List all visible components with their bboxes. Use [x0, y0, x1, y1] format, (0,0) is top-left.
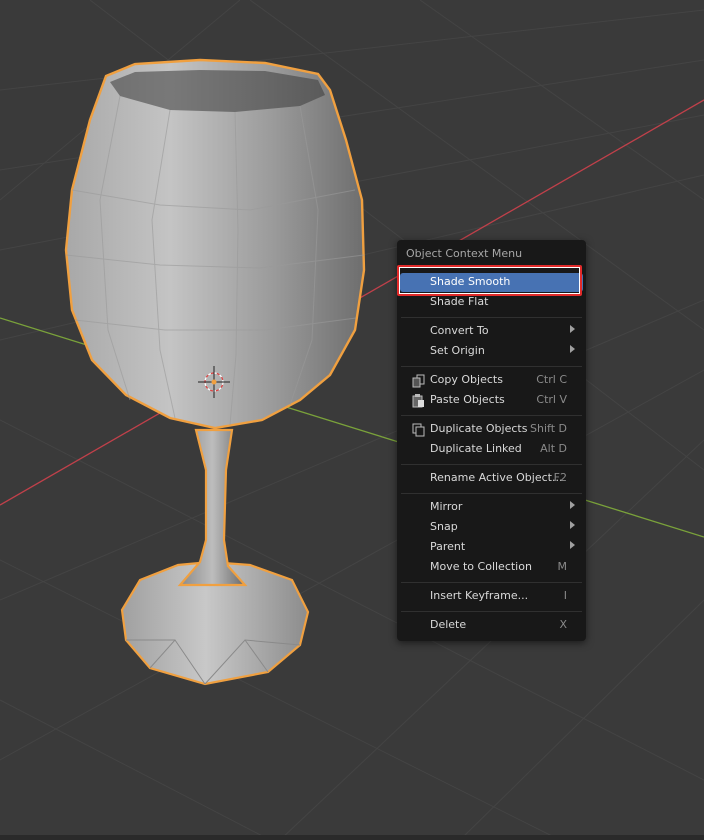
menu-item-shortcut: X	[559, 618, 567, 631]
menu-item-label: Delete	[430, 618, 467, 631]
menu-separator	[401, 611, 582, 612]
3d-viewport[interactable]	[0, 0, 704, 840]
submenu-arrow-icon	[570, 521, 575, 529]
menu-separator	[401, 415, 582, 416]
menu-item-move-to-collection[interactable]: Move to Collection M	[400, 558, 583, 577]
submenu-arrow-icon	[570, 501, 575, 509]
object-context-menu: Object Context Menu Shade Smooth Shade F…	[397, 240, 586, 641]
status-bar	[0, 835, 704, 840]
menu-item-shortcut: F2	[553, 471, 567, 484]
menu-item-paste-objects[interactable]: Paste Objects Ctrl V	[400, 391, 583, 410]
menu-item-shortcut: I	[563, 589, 567, 602]
duplicate-icon	[412, 423, 425, 437]
menu-item-label: Snap	[430, 520, 458, 533]
menu-item-set-origin[interactable]: Set Origin	[400, 342, 583, 361]
menu-item-label: Shade Flat	[430, 295, 489, 308]
menu-item-rename-active-object[interactable]: Rename Active Object... F2	[400, 469, 583, 488]
menu-item-label: Rename Active Object...	[430, 471, 563, 484]
paste-objects-icon	[412, 394, 424, 408]
menu-item-shortcut: Shift D	[530, 422, 567, 435]
annotation-highlight-box	[397, 265, 582, 296]
menu-item-label: Move to Collection	[430, 560, 532, 573]
menu-item-shortcut: Ctrl C	[536, 373, 567, 386]
menu-item-label: Duplicate Linked	[430, 442, 522, 455]
menu-item-shortcut: Alt D	[540, 442, 567, 455]
menu-item-duplicate-objects[interactable]: Duplicate Objects Shift D	[400, 420, 583, 439]
menu-separator	[401, 366, 582, 367]
menu-item-label: Parent	[430, 540, 466, 553]
menu-item-label: Mirror	[430, 500, 463, 513]
submenu-arrow-icon	[570, 541, 575, 549]
menu-item-shortcut: M	[557, 560, 568, 573]
menu-item-parent[interactable]: Parent	[400, 538, 583, 557]
menu-item-shortcut: Ctrl V	[536, 393, 567, 406]
copy-objects-icon	[412, 374, 425, 388]
menu-title: Object Context Menu	[406, 247, 523, 260]
menu-item-delete[interactable]: Delete X	[400, 616, 583, 635]
menu-item-snap[interactable]: Snap	[400, 518, 583, 537]
wine-glass-object	[64, 58, 366, 686]
menu-item-label: Convert To	[430, 324, 489, 337]
menu-separator	[401, 493, 582, 494]
viewport-scene	[0, 0, 704, 840]
menu-separator	[401, 317, 582, 318]
menu-item-label: Paste Objects	[430, 393, 505, 406]
menu-item-label: Insert Keyframe...	[430, 589, 529, 602]
menu-item-convert-to[interactable]: Convert To	[400, 322, 583, 341]
menu-item-copy-objects[interactable]: Copy Objects Ctrl C	[400, 371, 583, 390]
menu-item-insert-keyframe[interactable]: Insert Keyframe... I	[400, 587, 583, 606]
menu-separator	[401, 582, 582, 583]
menu-item-duplicate-linked[interactable]: Duplicate Linked Alt D	[400, 440, 583, 459]
submenu-arrow-icon	[570, 345, 575, 353]
menu-item-mirror[interactable]: Mirror	[400, 498, 583, 517]
menu-separator	[401, 464, 582, 465]
menu-item-label: Duplicate Objects	[430, 422, 528, 435]
submenu-arrow-icon	[570, 325, 575, 333]
menu-item-label: Copy Objects	[430, 373, 503, 386]
menu-item-label: Set Origin	[430, 344, 485, 357]
